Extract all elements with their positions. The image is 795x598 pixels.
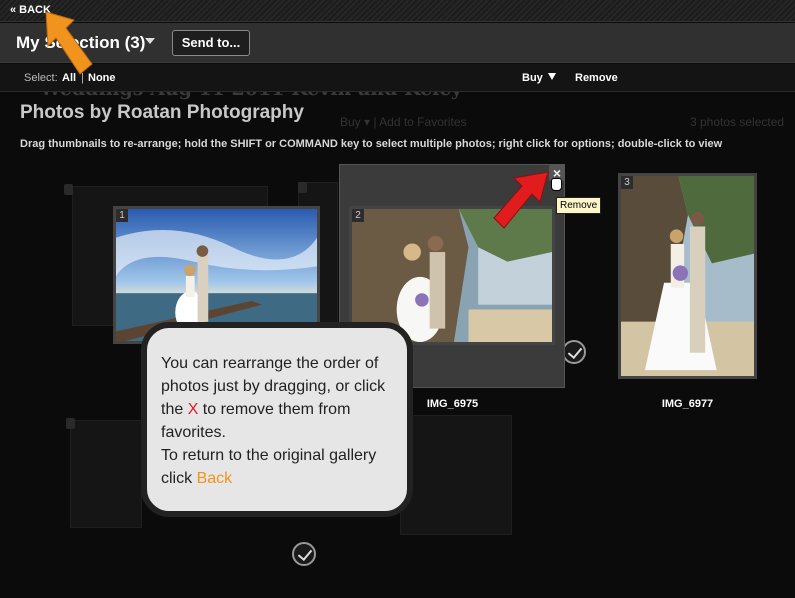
orange-arrow-icon xyxy=(45,11,93,75)
remove-button[interactable]: Remove xyxy=(575,72,618,84)
remove-tooltip: Remove xyxy=(556,197,602,214)
photo-number: 2 xyxy=(352,209,364,222)
lock-icon xyxy=(66,418,75,429)
photo-number: 1 xyxy=(116,209,128,222)
caret-down-icon[interactable] xyxy=(145,38,155,44)
caret-down-icon[interactable] xyxy=(548,73,556,80)
photo-caption: IMG_6975 xyxy=(426,398,479,410)
checkmark-icon[interactable] xyxy=(292,542,316,566)
lock-icon xyxy=(64,184,73,195)
send-to-button[interactable]: Send to... xyxy=(172,30,250,56)
background-thumbnail xyxy=(70,420,142,528)
callout-x-highlight: X xyxy=(187,401,199,418)
photo-caption: IMG_6977 xyxy=(661,398,714,410)
photo-number: 3 xyxy=(621,176,633,189)
checkmark-icon[interactable] xyxy=(562,340,586,364)
background-count-text: 3 photos selected xyxy=(690,115,785,129)
back-bar: « BACK xyxy=(0,0,795,22)
red-arrow-icon xyxy=(493,171,549,229)
instructions-text: Drag thumbnails to re-arrange; hold the … xyxy=(20,138,723,150)
buy-menu[interactable]: Buy xyxy=(522,72,543,84)
background-thumbnail xyxy=(400,415,512,535)
photo-thumbnail-3[interactable]: 3 xyxy=(618,173,757,379)
callout-text: You can rearrange the order of photos ju… xyxy=(161,352,401,490)
lock-icon xyxy=(298,182,307,193)
background-toolbar-text: Buy ▾ | Add to Favorites xyxy=(340,115,467,129)
photo-image xyxy=(621,176,754,376)
callout-text-part: To return to the original gallery click xyxy=(161,447,377,487)
selection-toolbar: Select: All | None Buy Remove xyxy=(0,64,795,92)
selection-header: My Selection (3) Send to... xyxy=(0,23,795,63)
callout-back-highlight: Back xyxy=(196,470,233,487)
gallery-heading: Photos by Roatan Photography xyxy=(20,102,304,123)
help-callout: You can rearrange the order of photos ju… xyxy=(141,322,413,517)
